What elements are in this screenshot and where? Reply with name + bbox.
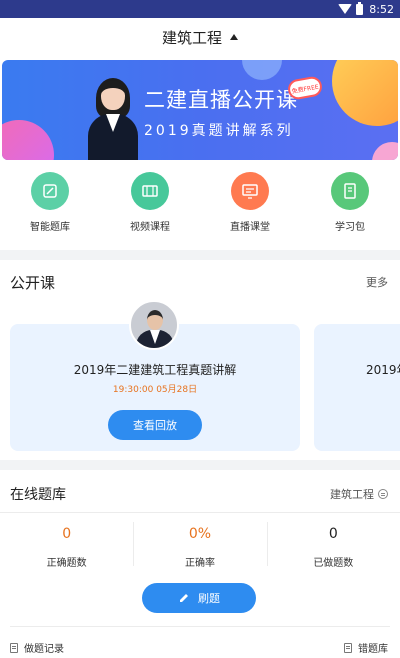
watch-replay-button[interactable]: 查看回放 [108,410,202,440]
battery-icon [356,1,364,15]
stat-value: 0 [62,526,72,542]
stat-label: 正确题数 [46,558,87,569]
course-title: 2019年 [366,363,400,377]
divider [0,512,400,513]
presenter-photo [86,76,140,160]
more-link[interactable]: 更多 [366,274,388,290]
stat-correct-count: 0 正确题数 [0,522,133,570]
subject-label: 建筑工程 [330,488,374,501]
quick-nav: 智能题库 视频课程 直播课堂 学习包 [0,164,400,250]
nav-item-study-pack[interactable]: 学习包 [300,164,400,250]
caret-up-icon [230,34,238,40]
wrong-questions-link[interactable]: 错题库 [344,640,388,655]
nav-label: 直播课堂 [230,222,270,233]
section-divider [0,250,400,260]
nav-label: 视频课程 [130,222,170,233]
practice-history-label: 做题记录 [24,644,64,655]
course-card[interactable] [314,324,400,451]
decor-circle [332,60,398,126]
notebook-icon [331,172,369,210]
subject-selector[interactable]: 建筑工程 [0,18,400,56]
promo-banner[interactable]: 二建直播公开课 免费FREE 2019真题讲解系列 [2,60,398,160]
nav-item-live-class[interactable]: 直播课堂 [200,164,300,250]
stat-value: 0% [188,526,212,542]
decor-circle [2,120,54,160]
document-icon [344,642,352,653]
open-course-section: 公开课 更多 2019年二建建筑工程真题讲解 19:30:00 05月28日 查… [0,260,400,460]
section-divider [0,460,400,470]
wifi-icon [338,4,353,14]
nav-label: 学习包 [335,222,365,233]
question-bank-section: 在线题库 建筑工程 0 正确题数 0% 正确率 0 已做题数 刷题 做题记录 错… [0,470,400,658]
divider [10,626,390,627]
stat-accuracy: 0% 正确率 [133,522,266,570]
practice-button[interactable]: 刷题 [142,583,256,613]
menu-icon [378,489,388,499]
page-title: 建筑工程 [161,28,222,47]
section-title: 公开课 [10,274,56,292]
section-title: 在线题库 [10,487,66,503]
avatar [129,300,179,350]
decor-circle [242,60,282,80]
subject-switch[interactable]: 建筑工程 [330,486,388,502]
pencil-icon [31,172,69,210]
course-time: 19:30:00 05月28日 [112,385,198,395]
monitor-icon [231,172,269,210]
pencil-icon [180,594,188,602]
decor-circle [372,142,398,160]
nav-item-video-course[interactable]: 视频课程 [100,164,200,250]
document-icon [10,642,18,653]
nav-item-question-bank[interactable]: 智能题库 [0,164,100,250]
stats-row: 0 正确题数 0% 正确率 0 已做题数 [0,522,400,570]
banner-headline: 二建直播公开课 [144,88,298,112]
practice-history-link[interactable]: 做题记录 [10,640,64,655]
status-bar: 8:52 [0,0,400,18]
film-icon [131,172,169,210]
stat-done-count: 0 已做题数 [266,522,400,570]
stat-value: 0 [328,526,338,542]
banner-section: 二建直播公开课 免费FREE 2019真题讲解系列 [0,56,400,164]
practice-label: 刷题 [198,592,220,605]
wrong-questions-label: 错题库 [358,644,388,655]
nav-label: 智能题库 [30,222,70,233]
stat-label: 正确率 [184,558,215,569]
course-title: 2019年二建建筑工程真题讲解 [73,363,237,377]
stat-label: 已做题数 [313,558,354,569]
free-badge: 免费FREE [286,75,324,101]
banner-subline: 2019真题讲解系列 [144,123,294,139]
clock: 8:52 [369,2,394,16]
